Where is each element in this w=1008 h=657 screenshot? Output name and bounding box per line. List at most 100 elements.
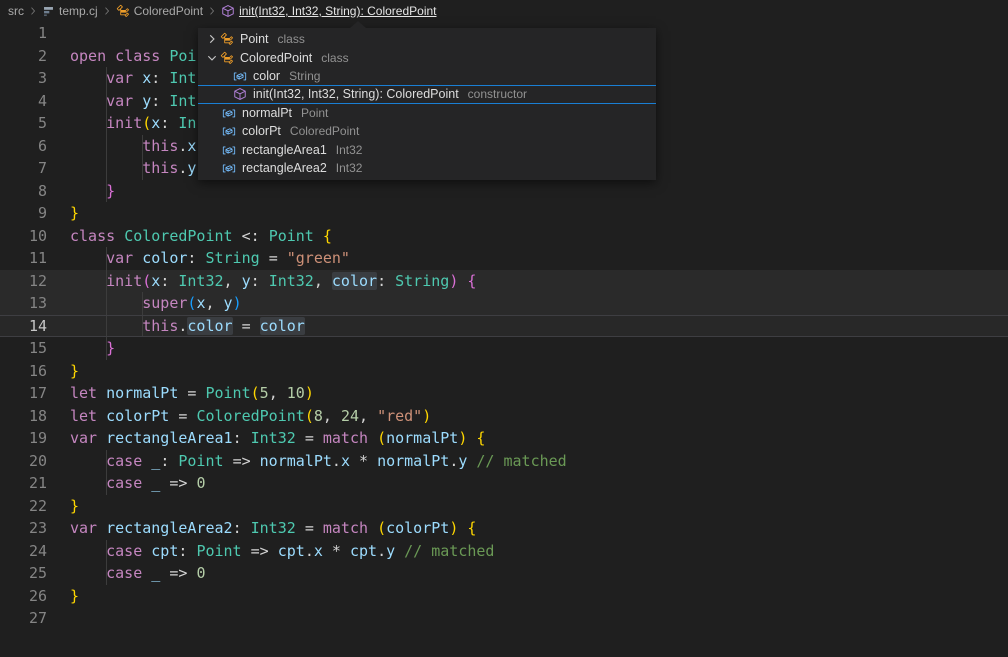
code-line[interactable]: 23 var rectangleArea2: Int32 = match (col… [0, 517, 1008, 540]
line-number[interactable]: 26 [0, 585, 47, 608]
line-number[interactable]: 25 [0, 562, 47, 585]
line-number[interactable]: 8 [0, 180, 47, 203]
line-number[interactable]: 21 [0, 472, 47, 495]
breadcrumb-item-coloredpoint[interactable]: ColoredPoint [116, 4, 203, 18]
code-line[interactable]: 14 this.color = color [0, 315, 1008, 338]
code-text: } [70, 495, 79, 518]
chevron-right-icon[interactable] [205, 32, 219, 46]
line-number[interactable]: 12 [0, 270, 47, 293]
variable-icon [222, 161, 236, 175]
symbol-detail: class [321, 51, 348, 65]
symbol-detail: constructor [468, 87, 527, 101]
symbol-item-coloredpoint[interactable]: ColoredPoint class [198, 48, 656, 66]
symbol-item-init-int32-int32-string-coloredpoint[interactable]: init(Int32, Int32, String): ColoredPoint… [198, 85, 656, 103]
code-text: } [70, 180, 115, 203]
symbol-label: init(Int32, Int32, String): ColoredPoint [253, 87, 459, 101]
breadcrumb-item-init-int32-int32-string-coloredpoint[interactable]: init(Int32, Int32, String): ColoredPoint [221, 4, 436, 18]
line-number[interactable]: 18 [0, 405, 47, 428]
line-number[interactable]: 19 [0, 427, 47, 450]
code-line[interactable]: 20 case _: Point => normalPt.x * normalP… [0, 450, 1008, 473]
symbol-label: ColoredPoint [240, 51, 312, 65]
code-line[interactable]: 22} [0, 495, 1008, 518]
line-number[interactable]: 20 [0, 450, 47, 473]
symbol-detail: Point [301, 106, 328, 120]
code-text: var rectangleArea1: Int32 = match (norma… [70, 427, 485, 450]
code-text: super(x, y) [70, 292, 242, 315]
breadcrumb: src temp.cj ColoredPoint init(Int32, Int32,… [0, 0, 1008, 22]
breadcrumb-item-temp-cj[interactable]: temp.cj [42, 4, 98, 18]
line-number[interactable]: 15 [0, 337, 47, 360]
symbol-item-point[interactable]: Pointclass [198, 30, 656, 48]
line-number[interactable]: 22 [0, 495, 47, 518]
code-line[interactable]: 26} [0, 585, 1008, 608]
code-text: this.x [70, 135, 196, 158]
code-text: } [70, 202, 79, 225]
symbol-list: PointclassColoredPointclasscolorStringin… [198, 30, 656, 177]
symbol-item-rectanglearea1[interactable]: rectangleArea1Int32 [198, 140, 656, 158]
line-number[interactable]: 27 [0, 607, 47, 630]
code-text: var rectangleArea2: Int32 = match (color… [70, 517, 476, 540]
constructor-icon [221, 4, 235, 18]
code-line[interactable]: 12 init(x: Int32, y: Int32, color: Strin… [0, 270, 1008, 293]
line-number[interactable]: 23 [0, 517, 47, 540]
code-line[interactable]: 21 case _ => 0 [0, 472, 1008, 495]
code-line[interactable]: 8 } [0, 180, 1008, 203]
code-text: } [70, 585, 79, 608]
line-number[interactable]: 5 [0, 112, 47, 135]
line-number[interactable]: 4 [0, 90, 47, 113]
line-number[interactable]: 13 [0, 292, 47, 315]
chevron-down-icon[interactable] [205, 51, 219, 65]
file-icon [42, 5, 55, 18]
line-number[interactable]: 11 [0, 247, 47, 270]
class-icon [220, 51, 234, 65]
line-number[interactable]: 2 [0, 45, 47, 68]
code-line[interactable]: 13 super(x, y) [0, 292, 1008, 315]
code-text: class ColoredPoint <: Point { [70, 225, 332, 248]
line-number[interactable]: 1 [0, 22, 47, 45]
symbol-item-rectanglearea2[interactable]: rectangleArea2Int32 [198, 159, 656, 177]
symbol-detail: Int32 [336, 143, 363, 157]
code-text: var y: Int [70, 90, 196, 113]
line-number[interactable]: 14 [0, 316, 47, 337]
breadcrumb-label: src [8, 4, 24, 18]
vscode-editor-window: { "colors": { "editor_background": "#1f1… [0, 0, 1008, 657]
line-number[interactable]: 10 [0, 225, 47, 248]
code-line[interactable]: 15 } [0, 337, 1008, 360]
line-number[interactable]: 24 [0, 540, 47, 563]
chevron-separator-icon [101, 5, 113, 17]
code-line[interactable]: 9} [0, 202, 1008, 225]
constructor-icon [233, 87, 247, 101]
code-text: } [70, 360, 79, 383]
symbol-item-color[interactable]: colorString [198, 67, 656, 85]
symbol-label: rectangleArea2 [242, 161, 327, 175]
symbol-item-normalpt[interactable]: normalPtPoint [198, 104, 656, 122]
code-line[interactable]: 24 case cpt: Point => cpt.x * cpt.y // m… [0, 540, 1008, 563]
line-number[interactable]: 3 [0, 67, 47, 90]
code-line[interactable]: 10 class ColoredPoint <: Point { [0, 225, 1008, 248]
code-text: init(x: Int32, y: Int32, color: String) … [70, 270, 476, 293]
dropdown-notch [350, 21, 366, 28]
breadcrumb-symbol-picker: PointclassColoredPointclasscolorStringin… [198, 28, 656, 180]
code-line[interactable]: 18 let colorPt = ColoredPoint(8, 24, "red… [0, 405, 1008, 428]
breadcrumb-label: init(Int32, Int32, String): ColoredPoint [239, 4, 436, 18]
code-line[interactable]: 19 var rectangleArea1: Int32 = match (nor… [0, 427, 1008, 450]
breadcrumb-item-src[interactable]: src [8, 4, 24, 18]
line-number[interactable]: 9 [0, 202, 47, 225]
code-text: case cpt: Point => cpt.x * cpt.y // matc… [70, 540, 494, 563]
code-line[interactable]: 16} [0, 360, 1008, 383]
symbol-label: Point [240, 32, 269, 46]
variable-icon [222, 143, 236, 157]
code-line[interactable]: 17let normalPt = Point(5, 10) [0, 382, 1008, 405]
line-number[interactable]: 7 [0, 157, 47, 180]
code-text: var color: String = "green" [70, 247, 350, 270]
line-number[interactable]: 6 [0, 135, 47, 158]
code-text: case _ => 0 [70, 562, 205, 585]
code-line[interactable]: 25 case _ => 0 [0, 562, 1008, 585]
code-text: let colorPt = ColoredPoint(8, 24, "red") [70, 405, 431, 428]
line-number[interactable]: 16 [0, 360, 47, 383]
chevron-separator-icon [206, 5, 218, 17]
code-line[interactable]: 11 var color: String = "green" [0, 247, 1008, 270]
symbol-item-colorpt[interactable]: colorPtColoredPoint [198, 122, 656, 140]
code-line[interactable]: 27 [0, 607, 1008, 630]
line-number[interactable]: 17 [0, 382, 47, 405]
